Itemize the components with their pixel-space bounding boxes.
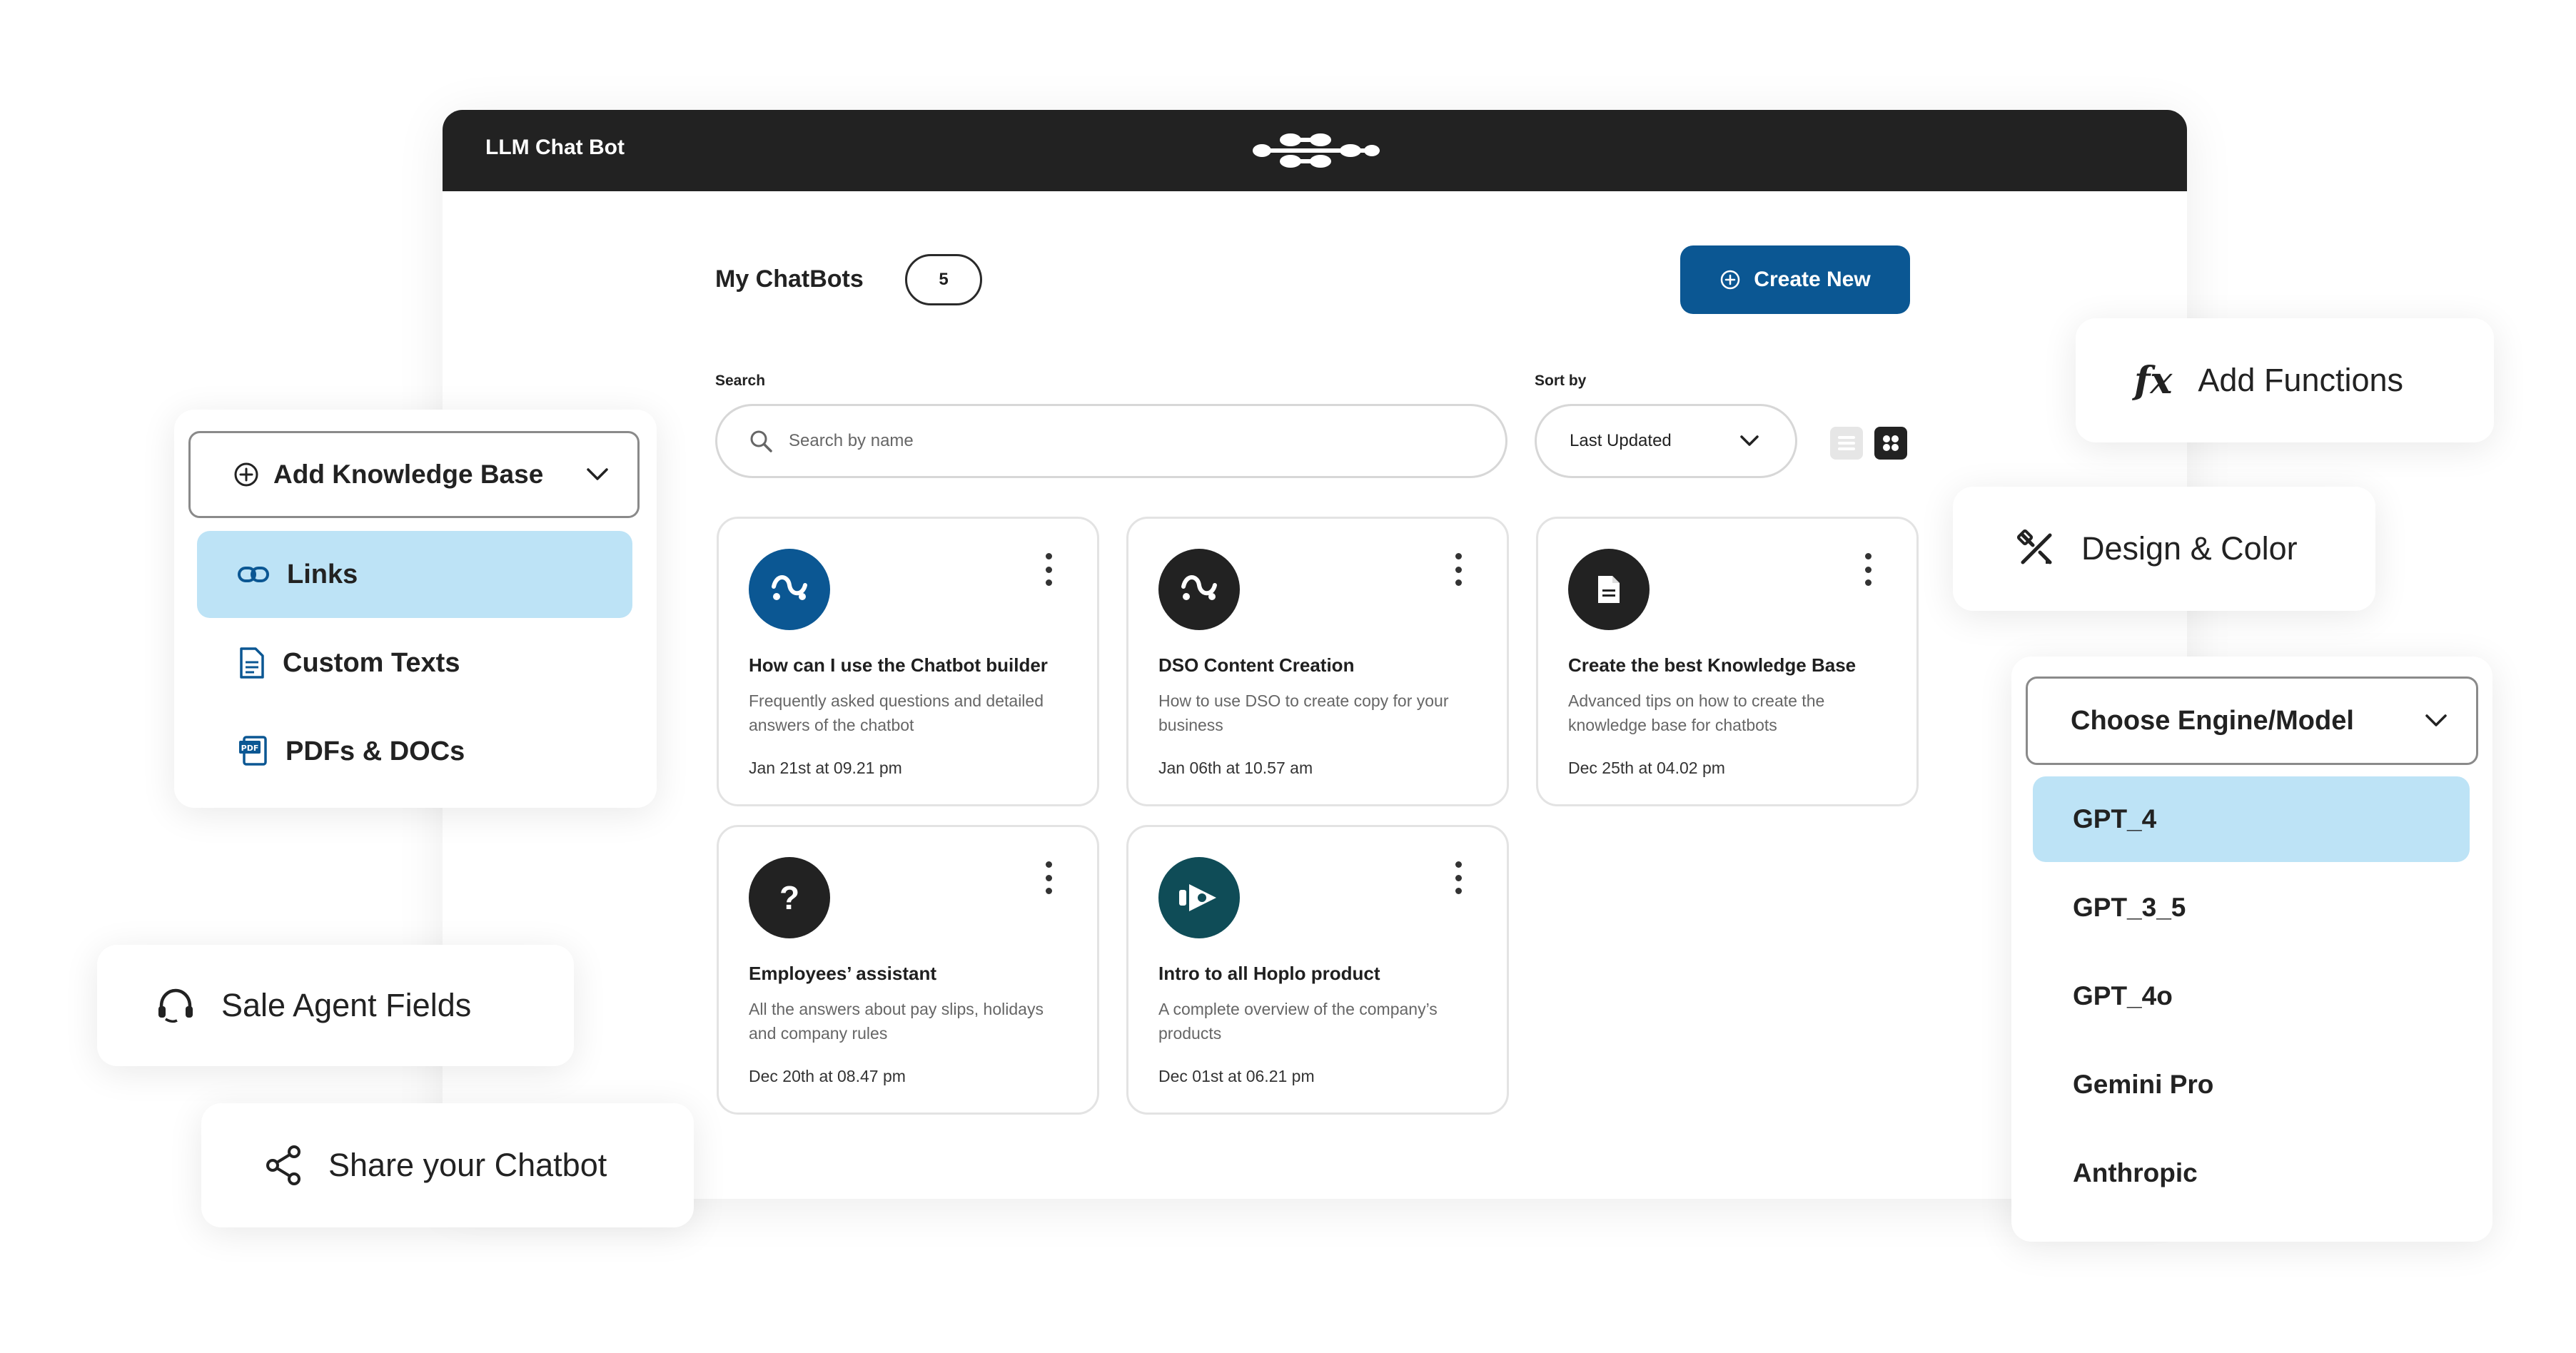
more-options-icon[interactable] (1451, 553, 1465, 586)
grid-icon (1883, 435, 1899, 451)
title-bar: LLM Chat Bot (443, 110, 2187, 191)
design-color-label: Design & Color (2081, 530, 2298, 567)
engine-option-gpt-3-5[interactable]: GPT_3_5 (2033, 865, 2470, 951)
engine-option-gpt-4[interactable]: GPT_4 (2033, 776, 2470, 862)
chatbot-card[interactable]: ? Employees’ assistant All the answers a… (717, 825, 1099, 1115)
card-date: Jan 21st at 09.21 pm (749, 759, 902, 777)
design-tools-icon (2017, 529, 2052, 564)
chevron-down-icon (2425, 714, 2447, 726)
more-options-icon[interactable] (1861, 553, 1875, 586)
sort-label: Sort by (1535, 373, 1587, 389)
wave-icon (1158, 549, 1240, 630)
kb-item-label: Links (287, 559, 358, 589)
card-title: Create the best Knowledge Base (1568, 654, 1857, 676)
hoplo-icon (1158, 857, 1240, 938)
search-icon (750, 430, 772, 452)
question-icon: ? (749, 857, 830, 938)
card-date: Jan 06th at 10.57 am (1158, 759, 1313, 777)
chevron-down-icon (587, 468, 608, 480)
chatbot-count-badge: 5 (905, 254, 982, 305)
card-description: All the answers about pay slips, holiday… (749, 1000, 1044, 1043)
engine-option-gemini-pro[interactable]: Gemini Pro (2033, 1042, 2470, 1128)
knowledge-base-panel: Add Knowledge Base Links Custom Texts PD… (174, 410, 657, 808)
card-description: Frequently asked questions and detailed … (749, 691, 1044, 734)
kb-item-label: Custom Texts (283, 647, 460, 678)
card-date: Dec 20th at 08.47 pm (749, 1067, 906, 1085)
design-color-panel[interactable]: Design & Color (1953, 487, 2375, 611)
plus-circle-icon (234, 462, 258, 487)
chatbot-card[interactable]: DSO Content Creation How to use DSO to c… (1126, 517, 1509, 806)
add-knowledge-base-label: Add Knowledge Base (273, 460, 544, 489)
sale-agent-panel[interactable]: Sale Agent Fields (97, 945, 574, 1066)
card-date: Dec 25th at 04.02 pm (1568, 759, 1725, 777)
plus-circle-icon (1721, 270, 1740, 290)
chatbot-card[interactable]: Create the best Knowledge Base Advanced … (1536, 517, 1919, 806)
add-functions-label: Add Functions (2198, 362, 2404, 398)
engine-option-anthropic[interactable]: Anthropic (2033, 1130, 2470, 1216)
chatbot-card[interactable]: How can I use the Chatbot builder Freque… (717, 517, 1099, 806)
chevron-down-icon (1740, 435, 1759, 446)
svg-text:PDF: PDF (241, 744, 259, 753)
kb-item-links[interactable]: Links (197, 531, 632, 618)
card-title: How can I use the Chatbot builder (749, 654, 1048, 676)
search-field[interactable] (715, 404, 1507, 478)
link-icon (238, 567, 269, 582)
card-description: How to use DSO to create copy for your b… (1158, 691, 1449, 734)
share-icon (266, 1145, 300, 1185)
headset-icon (158, 988, 193, 1023)
function-icon: fx (2134, 358, 2173, 402)
create-new-label: Create New (1754, 268, 1871, 291)
search-label: Search (715, 373, 766, 389)
kb-item-custom-texts[interactable]: Custom Texts (197, 619, 632, 706)
kb-item-label: PDFs & DOCs (286, 736, 465, 766)
grid-view-button[interactable] (1874, 427, 1907, 460)
share-label: Share your Chatbot (328, 1147, 607, 1183)
engine-model-panel: Choose Engine/Model GPT_4 GPT_3_5 GPT_4o… (2011, 657, 2492, 1242)
text-document-icon (240, 647, 264, 679)
sale-agent-label: Sale Agent Fields (221, 987, 472, 1023)
more-options-icon[interactable] (1041, 861, 1056, 894)
engine-model-dropdown[interactable]: Choose Engine/Model (2026, 676, 2478, 765)
more-options-icon[interactable] (1451, 861, 1465, 894)
page-title: My ChatBots (715, 265, 864, 293)
list-view-button[interactable] (1830, 427, 1863, 460)
card-title: Intro to all Hoplo product (1158, 963, 1380, 984)
app-title: LLM Chat Bot (485, 136, 625, 159)
app-window: LLM Chat Bot My ChatBots 5 Create New Se (443, 110, 2187, 1199)
add-knowledge-base-dropdown[interactable]: Add Knowledge Base (188, 431, 640, 518)
card-description: A complete overview of the company’s pro… (1158, 1000, 1438, 1043)
chatbot-card[interactable]: Intro to all Hoplo product A complete ov… (1126, 825, 1509, 1115)
card-date: Dec 01st at 06.21 pm (1158, 1067, 1315, 1085)
add-functions-panel[interactable]: fx Add Functions (2076, 318, 2494, 442)
document-icon (1568, 549, 1650, 630)
pdf-icon: PDF (239, 736, 267, 766)
search-input[interactable] (789, 431, 1431, 451)
kb-item-pdfs-docs[interactable]: PDF PDFs & DOCs (197, 708, 632, 795)
sort-select[interactable]: Last Updated (1535, 404, 1797, 478)
engine-option-gpt-4o[interactable]: GPT_4o (2033, 953, 2470, 1039)
more-options-icon[interactable] (1041, 553, 1056, 586)
share-chatbot-panel[interactable]: Share your Chatbot (201, 1103, 694, 1227)
sort-value: Last Updated (1570, 431, 1672, 450)
card-title: Employees’ assistant (749, 963, 937, 984)
logo-icon (1253, 133, 1380, 168)
card-title: DSO Content Creation (1158, 654, 1355, 676)
wave-icon (749, 549, 830, 630)
create-new-button[interactable]: Create New (1680, 245, 1910, 314)
card-description: Advanced tips on how to create the knowl… (1568, 691, 1825, 734)
engine-model-label: Choose Engine/Model (2071, 705, 2354, 736)
list-icon (1838, 436, 1855, 450)
